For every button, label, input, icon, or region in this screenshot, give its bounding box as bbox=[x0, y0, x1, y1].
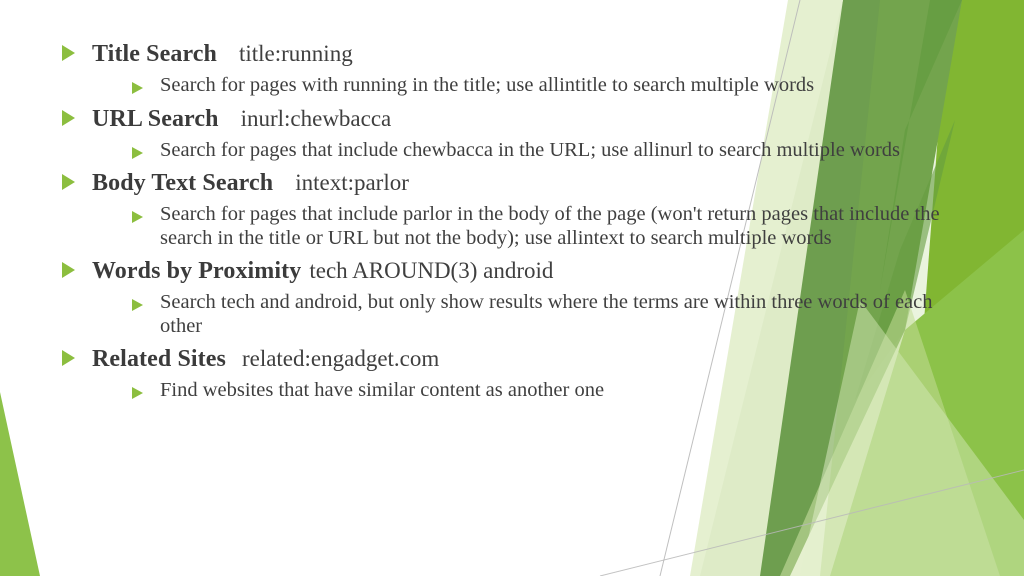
sub-list-item: Search tech and android, but only show r… bbox=[132, 291, 962, 338]
triangle-bullet-icon bbox=[132, 211, 143, 223]
sub-bullet-text: Search for pages that include chewbacca … bbox=[160, 138, 901, 161]
bullet-list: Title Search title:running Search for pag… bbox=[62, 36, 962, 406]
slide-canvas: Title Search title:running Search for pag… bbox=[0, 0, 1024, 576]
triangle-bullet-icon bbox=[62, 350, 75, 366]
list-item: Title Search title:running Search for pag… bbox=[62, 36, 962, 98]
sub-bullet-list: Search for pages that include chewbacca … bbox=[92, 139, 962, 163]
list-item: Words by Proximity tech AROUND(3) android… bbox=[62, 253, 962, 338]
sub-bullet-text: Search tech and android, but only show r… bbox=[160, 291, 933, 337]
bullet-example: intext:parlor bbox=[295, 170, 409, 195]
bullet-heading-row: Words by Proximity tech AROUND(3) android bbox=[92, 253, 962, 291]
bullet-example: related:engadget.com bbox=[241, 346, 440, 371]
triangle-bullet-icon bbox=[62, 174, 75, 190]
sub-bullet-list: Search tech and android, but only show r… bbox=[92, 291, 962, 338]
bullet-title: Body Text Search bbox=[92, 170, 274, 196]
bullet-heading-row: Body Text Search intext:parlor bbox=[92, 165, 962, 203]
sub-bullet-text: Find websites that have similar content … bbox=[160, 379, 605, 401]
sub-list-item: Search for pages that include chewbacca … bbox=[132, 139, 962, 163]
sub-bullet-list: Search for pages with running in the tit… bbox=[92, 74, 962, 98]
sub-bullet-list: Find websites that have similar content … bbox=[92, 379, 962, 403]
triangle-bullet-icon bbox=[62, 45, 75, 61]
sub-list-item: Search for pages that include parlor in … bbox=[132, 203, 962, 250]
bullet-heading-row: Related Sites related:engadget.com bbox=[92, 341, 962, 379]
sub-list-item: Find websites that have similar content … bbox=[132, 379, 962, 403]
list-item: Body Text Search intext:parlor Search for… bbox=[62, 165, 962, 250]
triangle-bullet-icon bbox=[132, 82, 143, 94]
bullet-example: inurl:chewbacca bbox=[240, 105, 392, 131]
triangle-bullet-icon bbox=[132, 387, 143, 399]
triangle-bullet-icon bbox=[62, 262, 75, 278]
list-item: Related Sites related:engadget.com Find w… bbox=[62, 341, 962, 403]
slide-content: Title Search title:running Search for pag… bbox=[0, 0, 1024, 576]
sub-bullet-text: Search for pages with running in the tit… bbox=[160, 74, 815, 96]
triangle-bullet-icon bbox=[62, 109, 75, 126]
bullet-title: URL Search bbox=[92, 105, 219, 132]
bullet-example: tech AROUND(3) android bbox=[309, 258, 554, 283]
sub-bullet-list: Search for pages that include parlor in … bbox=[92, 203, 962, 250]
bullet-title: Related Sites bbox=[92, 346, 226, 372]
list-item: URL Search inurl:chewbacca Search for pag… bbox=[62, 101, 962, 163]
bullet-example: title:running bbox=[238, 41, 353, 66]
bullet-title: Words by Proximity bbox=[92, 258, 302, 284]
bullet-heading-row: Title Search title:running bbox=[92, 36, 962, 74]
sub-list-item: Search for pages with running in the tit… bbox=[132, 74, 962, 98]
sub-bullet-text: Search for pages that include parlor in … bbox=[160, 203, 940, 249]
triangle-bullet-icon bbox=[132, 299, 143, 311]
bullet-title: Title Search bbox=[92, 41, 217, 67]
triangle-bullet-icon bbox=[132, 146, 143, 159]
bullet-heading-row: URL Search inurl:chewbacca bbox=[92, 101, 962, 139]
